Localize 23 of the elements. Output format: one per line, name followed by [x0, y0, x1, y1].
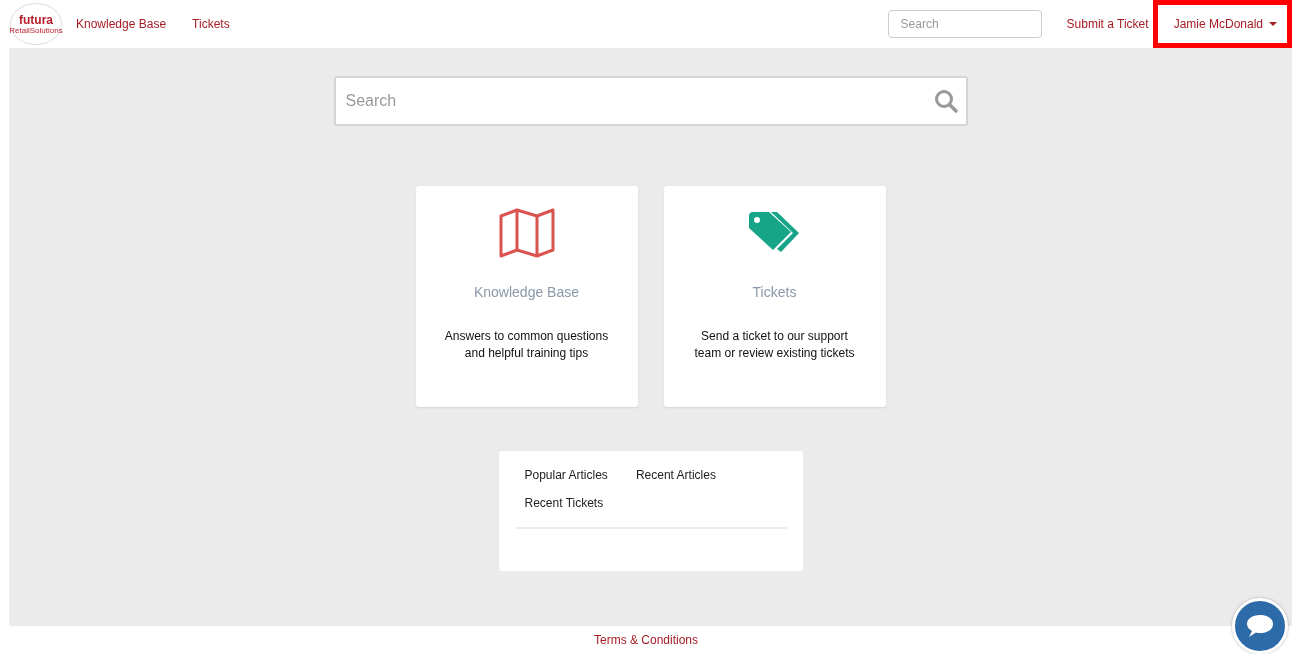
card-title: Knowledge Base — [473, 284, 580, 300]
card-description: Answers to common questions and helpful training tips — [443, 328, 610, 362]
chat-button[interactable] — [1232, 598, 1288, 654]
submit-ticket-link[interactable]: Submit a Ticket — [1066, 17, 1149, 31]
terms-link[interactable]: Terms & Conditions — [593, 633, 698, 647]
tags-icon — [748, 212, 801, 254]
company-logo[interactable]: futura RetailSolutions — [10, 3, 62, 45]
category-card[interactable]: Tickets Send a ticket to our support team or review existing tickets — [663, 186, 886, 407]
search-icon — [933, 89, 958, 113]
search-field[interactable]: Search — [333, 76, 968, 126]
search-field[interactable]: Search — [887, 10, 1042, 38]
map-icon — [498, 208, 555, 258]
user-menu-button[interactable]: Jamie McDonald — [1152, 0, 1292, 48]
card-title: Tickets — [752, 284, 797, 300]
article-tab[interactable]: Popular Articles — [524, 468, 608, 482]
card-description: Send a ticket to our support team or review existing tickets — [693, 328, 856, 362]
chat-bubble-icon — [1245, 613, 1275, 639]
article-tab[interactable]: Recent Articles — [635, 468, 716, 482]
nav-link[interactable]: Knowledge Base — [76, 17, 167, 31]
nav-link[interactable]: Tickets — [192, 17, 230, 31]
caret-icon — [1269, 22, 1277, 26]
article-tab[interactable]: Recent Tickets — [524, 496, 604, 510]
category-card[interactable]: Knowledge Base Answers to common questions and helpful training tips — [415, 186, 638, 407]
